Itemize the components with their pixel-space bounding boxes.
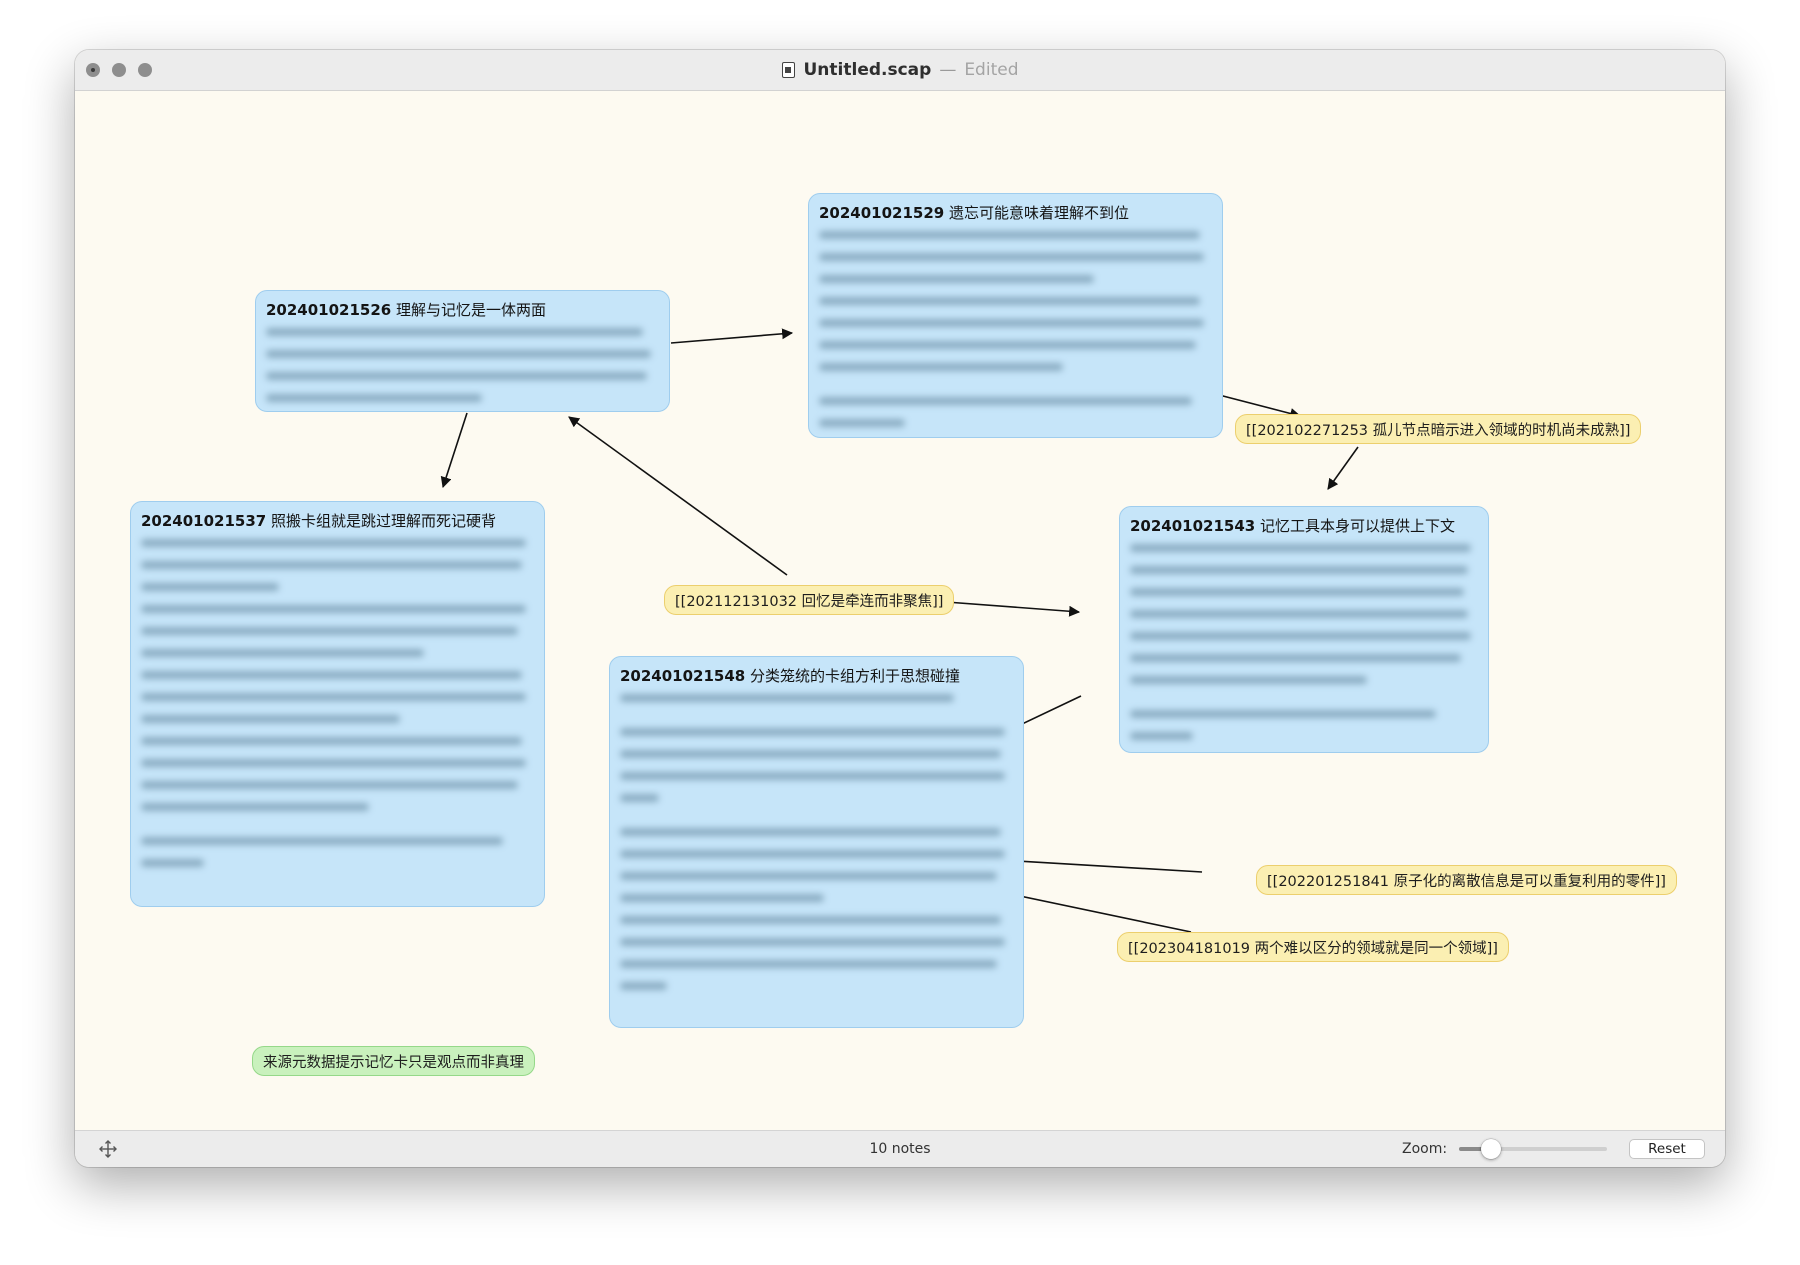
reset-zoom-button[interactable]: Reset xyxy=(1629,1139,1705,1159)
note-heading: 理解与记忆是一体两面 xyxy=(396,301,547,319)
note-body-blurred xyxy=(141,539,534,867)
note-id: 202401021537 xyxy=(141,512,267,530)
note-heading: 分类笼统的卡组方利于思想碰撞 xyxy=(750,667,961,685)
document-icon xyxy=(781,62,795,78)
link-note[interactable]: [[202102271253 孤儿节点暗示进入领域的时机尚未成熟]] xyxy=(1235,414,1642,444)
note-title: 202401021529 遗忘可能意味着理解不到位 xyxy=(819,202,1212,223)
note-body-blurred xyxy=(1130,544,1478,740)
note-card[interactable]: 202401021526 理解与记忆是一体两面 xyxy=(255,290,670,412)
scapple-canvas[interactable]: 202401021526 理解与记忆是一体两面 202401021529 遗忘可… xyxy=(75,91,1725,1167)
title-bar: Untitled.scap — Edited xyxy=(75,50,1725,91)
arrow-1253-to-1543 xyxy=(1327,446,1359,490)
zoom-label: Zoom: xyxy=(1402,1141,1448,1157)
arrow-1526-to-1529 xyxy=(670,328,794,344)
document-status: Edited xyxy=(964,60,1019,80)
arrow-1032-to-1526 xyxy=(568,416,788,576)
document-name: Untitled.scap xyxy=(803,60,932,80)
link-note[interactable]: [[202304181019 两个难以区分的领域就是同一个领域]] xyxy=(1117,932,1509,962)
note-card[interactable]: 202401021529 遗忘可能意味着理解不到位 xyxy=(808,193,1223,438)
note-id: 202401021548 xyxy=(620,667,746,685)
note-heading: 照搬卡组就是跳过理解而死记硬背 xyxy=(271,512,497,530)
note-id: 202401021529 xyxy=(819,204,945,222)
title-separator: — xyxy=(939,60,957,80)
green-note[interactable]: 来源元数据提示记忆卡只是观点而非真理 xyxy=(252,1046,535,1076)
app-window: Untitled.scap — Edited 202401021526 理解与记… xyxy=(75,50,1725,1167)
link-note[interactable]: [[202112131032 回忆是牵连而非聚焦]] xyxy=(664,585,955,615)
note-body-blurred xyxy=(620,694,1013,990)
arrow-1019-to-1548 xyxy=(999,888,1192,933)
window-title: Untitled.scap — Edited xyxy=(75,50,1725,90)
note-card[interactable]: 202401021537 照搬卡组就是跳过理解而死记硬背 xyxy=(130,501,545,907)
note-heading: 记忆工具本身可以提供上下文 xyxy=(1260,517,1456,535)
note-title: 202401021537 照搬卡组就是跳过理解而死记硬背 xyxy=(141,510,534,531)
note-title: 202401021548 分类笼统的卡组方利于思想碰撞 xyxy=(620,665,1013,686)
note-title: 202401021543 记忆工具本身可以提供上下文 xyxy=(1130,515,1478,536)
zoom-slider-knob[interactable] xyxy=(1480,1139,1501,1159)
status-bar: 10 notes Zoom: Reset xyxy=(75,1130,1725,1167)
note-heading: 遗忘可能意味着理解不到位 xyxy=(949,204,1130,222)
arrow-1841-to-1548 xyxy=(999,855,1203,873)
note-body-blurred xyxy=(819,231,1212,427)
note-card[interactable]: 202401021543 记忆工具本身可以提供上下文 xyxy=(1119,506,1489,753)
note-title: 202401021526 理解与记忆是一体两面 xyxy=(266,299,659,320)
zoom-slider[interactable] xyxy=(1459,1138,1607,1160)
note-id: 202401021526 xyxy=(266,301,392,319)
arrow-1032-to-1543 xyxy=(932,600,1081,617)
arrow-1526-to-1537 xyxy=(440,412,468,489)
note-body-blurred xyxy=(266,328,659,402)
note-card[interactable]: 202401021548 分类笼统的卡组方利于思想碰撞 xyxy=(609,656,1024,1028)
link-note[interactable]: [[202201251841 原子化的离散信息是可以重复利用的零件]] xyxy=(1256,865,1677,895)
note-id: 202401021543 xyxy=(1130,517,1256,535)
